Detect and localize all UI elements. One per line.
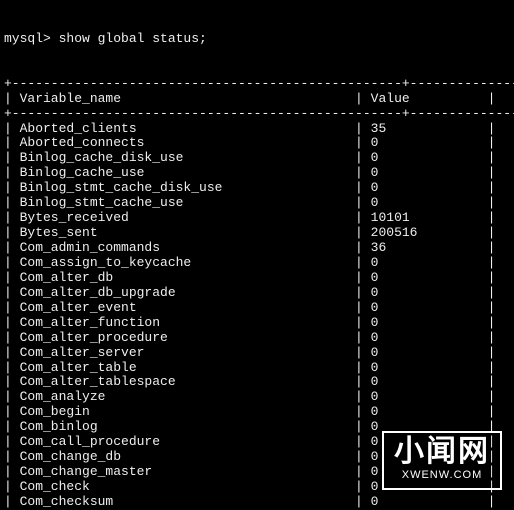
table-row: | Com_alter_db_upgrade | 0 |: [4, 286, 510, 301]
table-row: | Com_begin | 0 |: [4, 405, 510, 420]
table-row: | Bytes_sent | 200516 |: [4, 226, 510, 241]
table-row: | Com_analyze | 0 |: [4, 390, 510, 405]
separator: +---------------------------------------…: [4, 107, 510, 122]
table-row: | Com_alter_function | 0 |: [4, 316, 510, 331]
table-row: | Com_alter_event | 0 |: [4, 301, 510, 316]
table-row: | Com_admin_commands | 36 |: [4, 241, 510, 256]
table-row: | Aborted_connects | 0 |: [4, 136, 510, 151]
table-row: | Com_checksum | 0 |: [4, 495, 510, 510]
table-row: | Aborted_clients | 35 |: [4, 122, 510, 137]
prompt-prefix: mysql>: [4, 31, 59, 46]
header-row: | Variable_name | Value |: [4, 92, 510, 107]
table-row: | Binlog_cache_use | 0 |: [4, 166, 510, 181]
watermark-sub: XWENW.COM: [394, 469, 490, 482]
table-row: | Binlog_cache_disk_use | 0 |: [4, 151, 510, 166]
table-row: | Com_alter_table | 0 |: [4, 361, 510, 376]
prompt-line[interactable]: mysql> show global status;: [4, 32, 510, 47]
table-row: | Com_alter_procedure | 0 |: [4, 331, 510, 346]
table-row: | Com_assign_to_keycache | 0 |: [4, 256, 510, 271]
table-row: | Com_alter_tablespace | 0 |: [4, 375, 510, 390]
table-row: | Bytes_received | 10101 |: [4, 211, 510, 226]
command-text: show global status;: [59, 31, 207, 46]
table-row: | Com_alter_server | 0 |: [4, 346, 510, 361]
table-row: | Com_alter_db | 0 |: [4, 271, 510, 286]
watermark-main: 小闻网: [394, 437, 490, 467]
table-row: | Binlog_stmt_cache_use | 0 |: [4, 196, 510, 211]
table-row: | Binlog_stmt_cache_disk_use | 0 |: [4, 181, 510, 196]
watermark: 小闻网 XWENW.COM: [382, 431, 502, 490]
separator: +---------------------------------------…: [4, 77, 510, 92]
